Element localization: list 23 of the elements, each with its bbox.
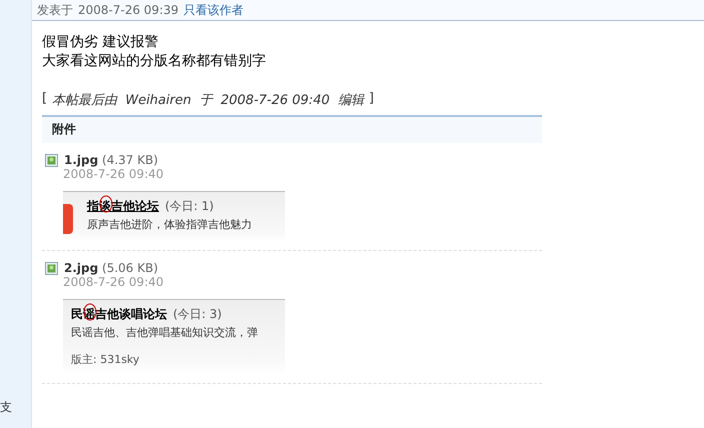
forum-description: 原声吉他进阶，体验指弹吉他魅力 bbox=[87, 217, 252, 232]
file-size: (5.06 KB) bbox=[102, 261, 158, 275]
author-only-link[interactable]: 只看该作者 bbox=[184, 2, 244, 18]
edit-note: 本帖最后由 Weihairen 于 2008-7-26 09:40 编辑 bbox=[52, 92, 364, 109]
file-date: 2008-7-26 09:40 bbox=[63, 167, 164, 181]
post-text: 大家看这网站的分版名称都有错别字 bbox=[42, 52, 267, 71]
post-text: 假冒伪劣 建议报警 bbox=[42, 33, 160, 52]
file-name[interactable]: 2.jpg bbox=[64, 261, 98, 275]
image-icon bbox=[45, 154, 58, 166]
post-time: 2008-7-26 09:39 bbox=[78, 3, 178, 17]
today-count: (今日: 3) bbox=[173, 306, 222, 323]
today-count: (今日: 1) bbox=[165, 198, 214, 215]
post-date-label: 发表于 bbox=[37, 2, 73, 18]
bracket-text: ] bbox=[368, 91, 374, 108]
file-size: (4.37 KB) bbox=[102, 153, 158, 167]
file-name[interactable]: 1.jpg bbox=[64, 153, 98, 167]
forum-description: 民谣吉他、吉他弹唱基础知识交流，弹 bbox=[71, 325, 258, 340]
sidebar-text: 支 bbox=[0, 399, 13, 416]
attachments-header: 附件 bbox=[42, 115, 542, 143]
moderator-text: 版主: 531sky bbox=[71, 352, 140, 367]
bracket-text: [ bbox=[42, 91, 48, 108]
image-icon bbox=[45, 262, 58, 274]
file-date: 2008-7-26 09:40 bbox=[63, 275, 164, 289]
